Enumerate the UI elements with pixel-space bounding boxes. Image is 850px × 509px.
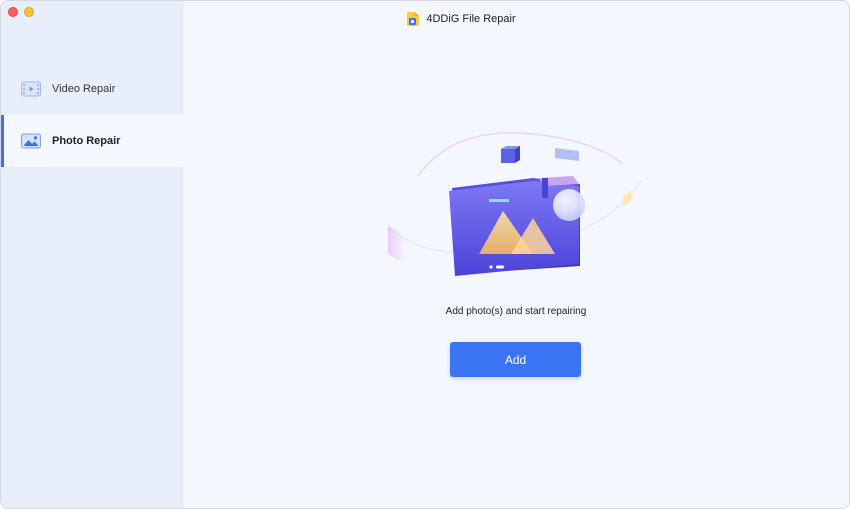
sidebar-nav: Video Repair Photo Repair [1,63,183,167]
sidebar-item-photo-repair[interactable]: Photo Repair [1,115,183,167]
add-button[interactable]: Add [450,342,581,377]
photo-icon [21,133,41,149]
app-window: Video Repair Photo Repair 4DDiG File Rep… [0,0,850,509]
sidebar-item-video-repair[interactable]: Video Repair [1,63,183,115]
minimize-window-button[interactable] [24,7,34,17]
main-panel: Add photo(s) and start repairing Add [183,1,849,508]
window-controls [8,7,34,17]
sidebar-item-label: Video Repair [52,83,116,95]
photo-repair-illustration [387,132,642,276]
close-window-button[interactable] [8,7,18,17]
video-icon [21,81,41,97]
sidebar: Video Repair Photo Repair [1,1,183,508]
sidebar-item-label: Photo Repair [52,135,121,147]
add-photo-prompt: Add photo(s) and start repairing [445,306,587,317]
